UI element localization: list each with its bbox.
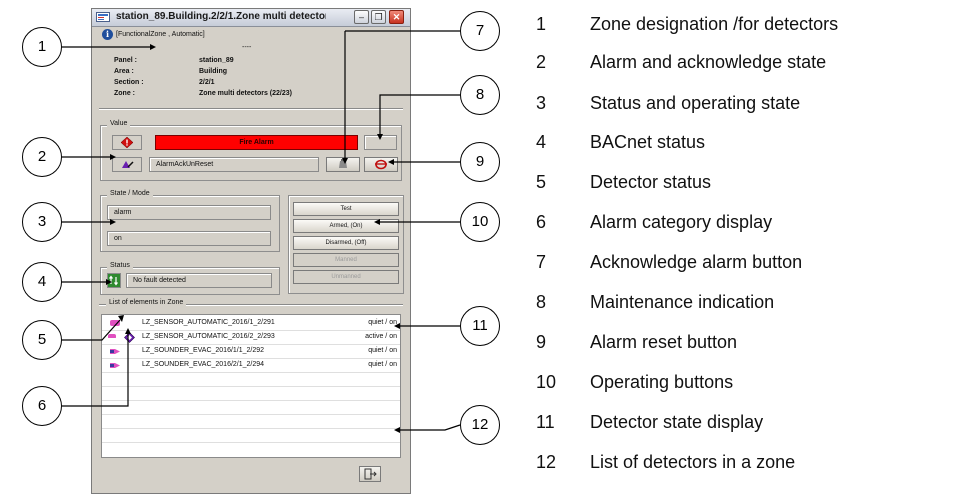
legend-item: 11 Detector state display [536, 412, 974, 438]
legend-text: Alarm and acknowledge state [590, 52, 827, 72]
callout-10: 10 [460, 202, 500, 242]
legend-text: Detector status [590, 172, 712, 192]
callout-11: 11 [460, 306, 500, 346]
legend-item: 3 Status and operating state [536, 93, 974, 119]
arrowhead-3 [110, 219, 116, 225]
legend-item: 12 List of detectors in a zone [536, 452, 974, 478]
arrowhead-8 [377, 134, 383, 140]
callout-5: 5 [22, 320, 62, 360]
callout-1: 1 [22, 27, 62, 67]
legend-item: 2 Alarm and acknowledge state [536, 52, 974, 78]
callout-3: 3 [22, 202, 62, 242]
arrowhead-7 [342, 158, 348, 164]
legend-text: BACnet status [590, 132, 706, 152]
arrowhead-1 [150, 44, 156, 50]
legend-number: 7 [536, 252, 547, 272]
legend-text: Operating buttons [590, 372, 734, 392]
legend-number: 4 [536, 132, 547, 152]
legend-text: Alarm category display [590, 212, 773, 232]
legend-item: 1 Zone designation /for detectors [536, 14, 974, 40]
legend-number: 5 [536, 172, 547, 192]
legend-number: 1 [536, 14, 547, 34]
legend-text: Detector state display [590, 412, 764, 432]
callout-4: 4 [22, 262, 62, 302]
legend-item: 6 Alarm category display [536, 212, 974, 238]
legend-text: Alarm reset button [590, 332, 738, 352]
leader-line-8 [379, 94, 460, 134]
arrowhead-10 [374, 219, 380, 225]
legend-number: 6 [536, 212, 547, 232]
leader-line-5 [62, 319, 121, 341]
leader-line-6 [62, 334, 129, 407]
arrowhead-4 [106, 279, 112, 285]
callout-6: 6 [22, 386, 62, 426]
legend-item: 5 Detector status [536, 172, 974, 198]
legend-number: 9 [536, 332, 547, 352]
arrowhead-2 [110, 154, 116, 160]
legend-text: Status and operating state [590, 93, 801, 113]
legend-text: Maintenance indication [590, 292, 775, 312]
arrowhead-12 [394, 427, 400, 433]
arrowhead-11 [394, 323, 400, 329]
legend-item: 10 Operating buttons [536, 372, 974, 398]
legend-number: 10 [536, 372, 557, 392]
legend-number: 2 [536, 52, 547, 72]
callout-8: 8 [460, 75, 500, 115]
legend-number: 12 [536, 452, 557, 472]
legend-number: 11 [536, 412, 555, 432]
legend-item: 7 Acknowledge alarm button [536, 252, 974, 278]
legend-item: 9 Alarm reset button [536, 332, 974, 358]
legend-text: Zone designation /for detectors [590, 14, 839, 34]
legend-text: List of detectors in a zone [590, 452, 796, 472]
callout-12: 12 [460, 405, 500, 445]
leader-line-12 [400, 424, 461, 431]
legend-item: 8 Maintenance indication [536, 292, 974, 318]
arrowhead-9 [388, 159, 394, 165]
legend-item: 4 BACnet status [536, 132, 974, 158]
arrowhead-6 [125, 328, 131, 334]
callout-7: 7 [460, 11, 500, 51]
callout-2: 2 [22, 137, 62, 177]
legend-text: Acknowledge alarm button [590, 252, 803, 272]
callout-9: 9 [460, 142, 500, 182]
legend-number: 3 [536, 93, 547, 113]
legend-number: 8 [536, 292, 547, 312]
